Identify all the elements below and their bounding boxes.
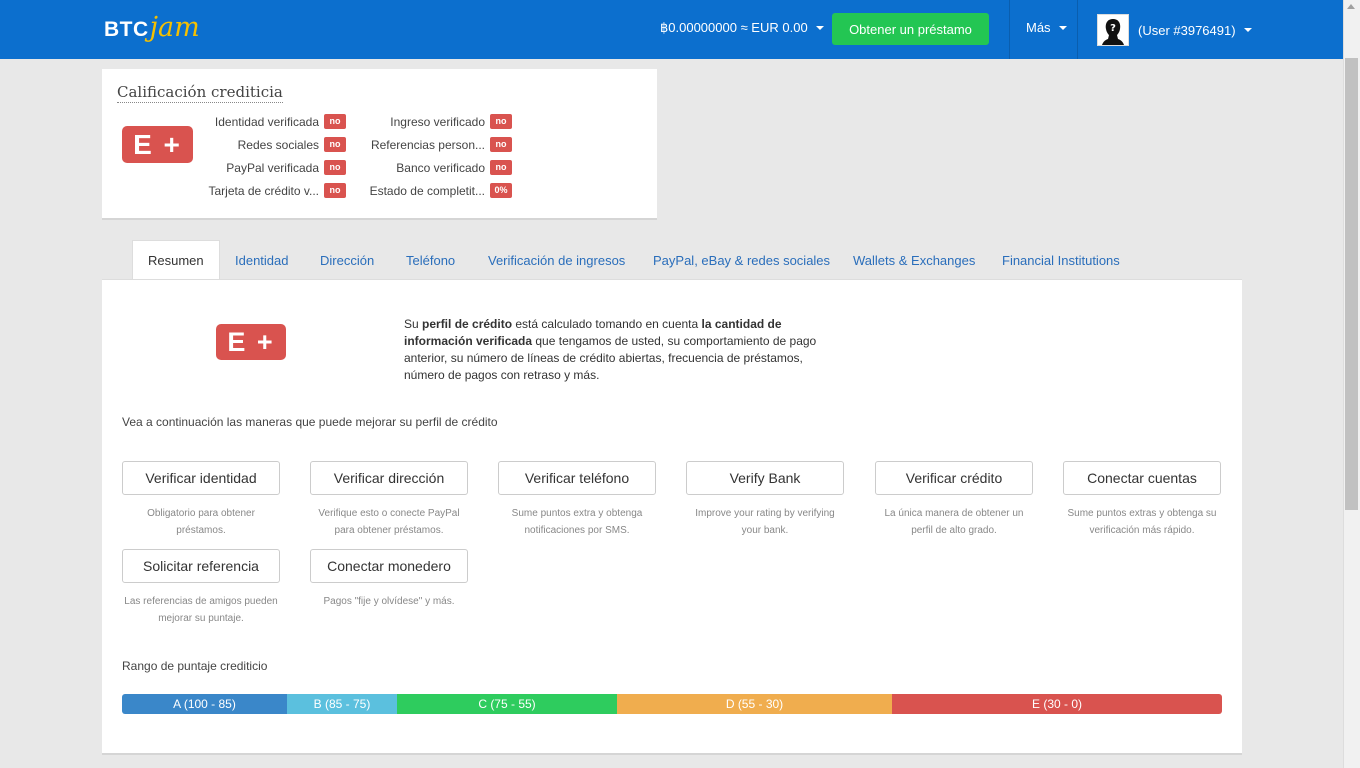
verification-label: Referencias person... — [370, 137, 485, 152]
request-reference-button[interactable]: Solicitar referencia — [122, 549, 280, 583]
score-range-segment: E (30 - 0) — [892, 694, 1222, 714]
credit-grade-badge: E + — [216, 324, 286, 360]
credit-rating-title[interactable]: Calificación crediticia — [117, 83, 283, 103]
credit-profile-description: Su perfil de crédito está calculado toma… — [404, 316, 834, 384]
status-badge: 0% — [490, 183, 512, 198]
status-badge: no — [324, 160, 346, 175]
verification-row: Banco verificado no — [364, 160, 512, 175]
status-badge: no — [324, 114, 346, 129]
score-range-bar: A (100 - 85) B (85 - 75) C (75 - 55) D (55 … — [122, 694, 1222, 714]
summary-text: está calculado tomando en cuenta — [512, 317, 702, 331]
verification-row: Tarjeta de crédito v... no — [199, 183, 346, 198]
verification-label: Ingreso verificado — [390, 114, 485, 129]
profile-tabs: Resumen Identidad Dirección Teléfono Ver… — [102, 240, 1242, 280]
action-description: Verifique esto o conecte PayPal para obt… — [318, 508, 460, 536]
tab-wallets-exchanges[interactable]: Wallets & Exchanges — [853, 240, 975, 280]
action-card: Verificar teléfono Sume puntos extra y o… — [498, 461, 656, 539]
verification-row: Estado de completit... 0% — [364, 183, 512, 198]
action-description: Obligatorio para obtener préstamos. — [147, 508, 255, 536]
more-label: Más — [1026, 20, 1051, 35]
verification-label: PayPal verificada — [226, 160, 319, 175]
tab-verificacion-ingresos[interactable]: Verificación de ingresos — [488, 240, 625, 280]
score-range-label: Rango de puntaje crediticio — [122, 659, 268, 673]
verification-label: Redes sociales — [237, 137, 319, 152]
summary-bold-text: perfil de crédito — [422, 317, 513, 331]
score-range-segment: C (75 - 55) — [397, 694, 617, 714]
action-card: Conectar cuentas Sume puntos extras y ob… — [1063, 461, 1221, 539]
score-range-segment: A (100 - 85) — [122, 694, 287, 714]
top-navbar: BTC jam ฿0.00000000 ≈ EUR 0.00 Obtener u… — [0, 0, 1343, 59]
logo-jam-text: jam — [149, 12, 200, 43]
status-badge: no — [490, 160, 512, 175]
action-card: Verificar dirección Verifique esto o con… — [310, 461, 468, 539]
verification-row: Ingreso verificado no — [364, 114, 512, 129]
logo-btc-text: BTC — [104, 18, 149, 41]
summary-panel: E + Su perfil de crédito está calculado … — [102, 279, 1242, 755]
nav-divider — [1077, 0, 1078, 59]
summary-text: Su — [404, 317, 423, 331]
status-badge: no — [490, 114, 512, 129]
action-description: La única manera de obtener un perfil de … — [884, 508, 1024, 536]
user-name: (User #3976491) — [1138, 22, 1236, 38]
improve-instructions: Vea a continuación las maneras que puede… — [122, 415, 498, 429]
tab-identidad[interactable]: Identidad — [235, 240, 289, 280]
connect-wallet-button[interactable]: Conectar monedero — [310, 549, 468, 583]
verification-row: Redes sociales no — [199, 137, 346, 152]
status-badge: no — [490, 137, 512, 152]
status-badge: no — [324, 183, 346, 198]
action-description: Sume puntos extra y obtenga notificacion… — [511, 508, 643, 536]
verification-label: Banco verificado — [396, 160, 485, 175]
user-menu[interactable]: ? (User #3976491) — [1097, 14, 1252, 46]
action-description: Pagos "fije y olvídese" y más. — [323, 596, 455, 607]
caret-down-icon — [815, 26, 824, 30]
nav-divider — [1009, 0, 1010, 59]
tab-financial-institutions[interactable]: Financial Institutions — [1002, 240, 1120, 280]
balance-dropdown[interactable]: ฿0.00000000 ≈ EUR 0.00 — [660, 20, 824, 36]
svg-text:?: ? — [1110, 23, 1116, 34]
scrollbar-thumb[interactable] — [1345, 58, 1358, 510]
action-description: Sume puntos extras y obtenga su verifica… — [1067, 508, 1217, 536]
tab-paypal-ebay-redes[interactable]: PayPal, eBay & redes sociales — [653, 240, 830, 280]
verification-label: Estado de completit... — [369, 183, 485, 198]
verify-identity-button[interactable]: Verificar identidad — [122, 461, 280, 495]
get-loan-button[interactable]: Obtener un préstamo — [832, 13, 989, 45]
score-range-segment: B (85 - 75) — [287, 694, 397, 714]
credit-rating-card: Calificación crediticia E + Identidad ve… — [102, 69, 657, 220]
more-menu[interactable]: Más — [1026, 20, 1067, 35]
verification-row: Referencias person... no — [364, 137, 512, 152]
tab-telefono[interactable]: Teléfono — [406, 240, 455, 280]
verify-phone-button[interactable]: Verificar teléfono — [498, 461, 656, 495]
tab-direccion[interactable]: Dirección — [320, 240, 374, 280]
verify-bank-button[interactable]: Verify Bank — [686, 461, 844, 495]
credit-grade-badge: E + — [122, 126, 193, 163]
action-card: Verificar crédito La única manera de obt… — [875, 461, 1033, 539]
btcjam-logo[interactable]: BTC jam — [104, 12, 200, 46]
action-description: Improve your rating by verifying your ba… — [695, 508, 835, 536]
action-description: Las referencias de amigos pueden mejorar… — [124, 596, 278, 624]
action-card: Verify Bank Improve your rating by verif… — [686, 461, 844, 539]
connect-accounts-button[interactable]: Conectar cuentas — [1063, 461, 1221, 495]
scroll-up-arrow-icon[interactable] — [1347, 4, 1355, 9]
avatar: ? — [1097, 14, 1129, 46]
verification-label: Tarjeta de crédito v... — [208, 183, 320, 198]
verify-credit-button[interactable]: Verificar crédito — [875, 461, 1033, 495]
user-silhouette-icon: ? — [1102, 19, 1124, 45]
verification-row: Identidad verificada no — [199, 114, 346, 129]
caret-down-icon — [1243, 28, 1252, 32]
caret-down-icon — [1058, 25, 1067, 30]
balance-text: ฿0.00000000 ≈ EUR 0.00 — [660, 20, 808, 35]
action-card: Solicitar referencia Las referencias de … — [122, 549, 280, 627]
verification-row: PayPal verificada no — [199, 160, 346, 175]
action-card: Conectar monedero Pagos "fije y olvídese… — [310, 549, 468, 610]
action-card: Verificar identidad Obligatorio para obt… — [122, 461, 280, 539]
status-badge: no — [324, 137, 346, 152]
verification-label: Identidad verificada — [214, 114, 319, 129]
verify-address-button[interactable]: Verificar dirección — [310, 461, 468, 495]
tab-resumen[interactable]: Resumen — [132, 240, 220, 280]
score-range-segment: D (55 - 30) — [617, 694, 892, 714]
